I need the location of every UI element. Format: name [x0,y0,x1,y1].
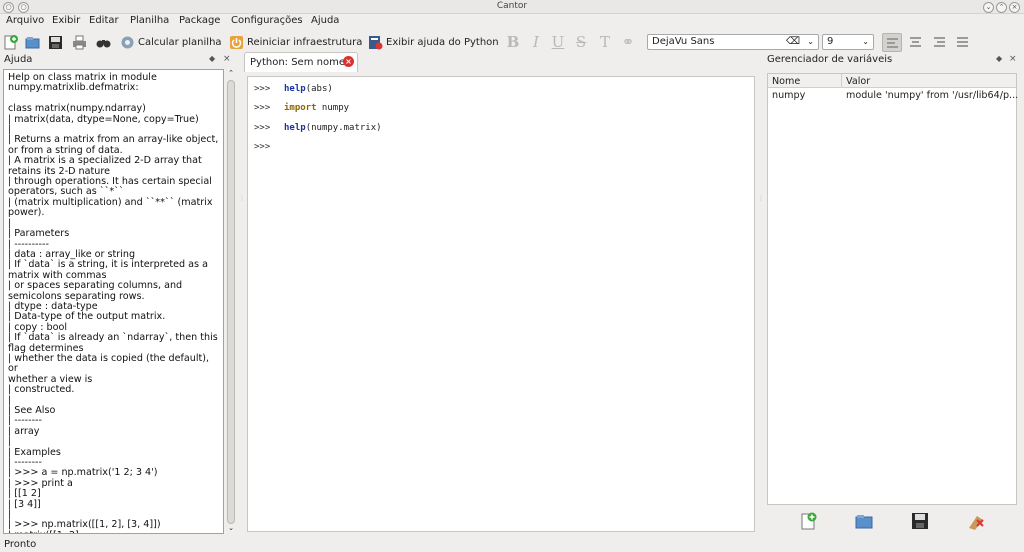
open-button[interactable] [25,33,43,51]
variables-table[interactable]: Nome Valor numpy module 'numpy' from '/u… [767,73,1019,505]
restart-backend-label: Reiniciar infraestrutura [247,36,363,48]
new-document-icon [3,34,18,50]
clear-icon [969,516,984,530]
close-panel-icon[interactable]: × [223,54,231,64]
prompt: >>> [254,84,271,94]
worksheet-entry[interactable]: >>> help(abs) [254,84,333,94]
python-help-icon [368,35,383,50]
scroll-up-icon[interactable]: ⌃ [225,69,237,77]
variables-panel-title: Gerenciador de variáveis [767,54,893,65]
print-button[interactable] [72,33,90,51]
save-icon [48,35,63,50]
python-help-button[interactable]: Exibir ajuda do Python [368,33,499,51]
scroll-down-icon[interactable]: ⌄ [225,524,237,532]
entry-keyword: import [284,103,317,113]
calc-worksheet-label: Calcular planilha [138,36,222,48]
clear-variables-button[interactable] [965,511,987,531]
splitter-handle[interactable]: ⋮ [758,195,764,202]
font-family-combo[interactable]: DejaVu Sans ⌫ ⌄ [647,34,819,50]
menu-arquivo[interactable]: Arquivo [6,15,44,26]
entry-keyword: help [284,123,306,133]
menu-editar[interactable]: Editar [89,15,119,26]
menu-exibir[interactable]: Exibir [52,15,80,26]
restart-icon [229,35,244,50]
float-panel-icon[interactable]: ◆ [996,54,1002,63]
worksheet[interactable]: >>> help(abs) >>> import numpy >>> help(num… [247,76,755,532]
calc-worksheet-button[interactable]: Calcular planilha [120,33,222,51]
float-panel-icon[interactable]: ◆ [209,54,215,63]
title-bar: ○ ○ Cantor ⌄ ⌃ × [0,0,1024,14]
help-text-area[interactable]: Help on class matrix in module numpy.mat… [3,69,224,534]
table-row[interactable]: numpy module 'numpy' from '/usr/lib64/p.… [768,89,1019,102]
restart-backend-button[interactable]: Reiniciar infraestrutura [229,33,362,51]
close-tab-icon[interactable]: × [343,56,354,67]
print-icon [72,35,87,50]
font-family-value: DejaVu Sans [652,36,715,47]
find-button[interactable] [96,33,114,51]
open-folder-icon [855,515,873,529]
python-help-label: Exibir ajuda do Python [386,36,499,48]
close-window-icon[interactable]: × [1009,2,1020,13]
maximize-icon[interactable]: ⌃ [996,2,1007,13]
tab-python-worksheet[interactable]: Python: Sem nome [244,52,358,72]
open-folder-icon [25,35,40,50]
variable-name: numpy [772,90,806,101]
worksheet-entry[interactable]: >>> import numpy [254,103,349,113]
window-title: Cantor [496,1,528,11]
column-header-name[interactable]: Nome [772,76,800,87]
font-size-combo[interactable]: 9 ⌄ [822,34,874,50]
align-justify-button[interactable] [953,33,973,52]
bold-button[interactable]: B [504,33,522,51]
align-left-button[interactable] [882,33,902,52]
help-panel-title: Ajuda [4,54,33,65]
status-bar: Pronto [4,539,37,550]
variable-value: module 'numpy' from '/usr/lib64/p... [846,90,1019,101]
text-color-button[interactable]: T [596,33,614,51]
add-icon [801,512,817,530]
table-header: Nome Valor [768,74,1016,88]
scroll-thumb[interactable] [227,80,235,524]
menu-configuracoes[interactable]: Configurações [231,15,303,26]
save-button[interactable] [48,33,66,51]
load-variables-button[interactable] [853,511,875,531]
save-variables-button[interactable] [909,511,931,531]
entry-keyword: help [284,84,306,94]
close-panel-icon[interactable]: × [1009,54,1017,64]
minimize-icon[interactable]: ⌄ [983,2,994,13]
prompt: >>> [254,103,271,113]
toolbar: Calcular planilha Reiniciar infraestrutu… [0,31,1024,53]
align-right-button[interactable] [930,33,950,52]
save-icon [912,513,928,529]
binoculars-icon [96,35,111,50]
menu-ajuda[interactable]: Ajuda [311,15,339,26]
entry-code: (abs) [305,84,333,94]
chevron-down-icon[interactable]: ⌄ [862,35,869,49]
font-size-value: 9 [827,36,834,47]
highlight-button[interactable]: ⚭ [619,33,637,51]
help-scrollbar[interactable]: ⌃ ⌄ [225,69,237,534]
splitter-handle[interactable]: ⋮ [239,195,245,202]
column-header-value[interactable]: Valor [846,76,870,87]
italic-button[interactable]: I [527,33,545,51]
tab-label: Python: Sem nome [250,57,345,68]
entry-code: (numpy.matrix) [305,123,382,133]
new-button[interactable] [3,33,21,51]
worksheet-entry-empty[interactable]: >>> [254,142,284,152]
menu-planilha[interactable]: Planilha [130,15,169,26]
menu-package[interactable]: Package [179,15,220,26]
menu-bar: Arquivo Exibir Editar Planilha Package C… [0,14,1024,30]
add-variable-button[interactable] [797,511,819,531]
prompt: >>> [254,142,271,152]
prompt: >>> [254,123,271,133]
chevron-down-icon[interactable]: ⌄ [807,35,814,49]
worksheet-entry[interactable]: >>> help(numpy.matrix) [254,123,382,133]
align-center-button[interactable] [906,33,926,52]
underline-button[interactable]: U [549,33,567,51]
strikethrough-button[interactable]: S [572,33,590,51]
gear-icon [120,35,135,50]
entry-code: numpy [316,103,350,113]
clear-icon[interactable]: ⌫ [786,35,800,49]
